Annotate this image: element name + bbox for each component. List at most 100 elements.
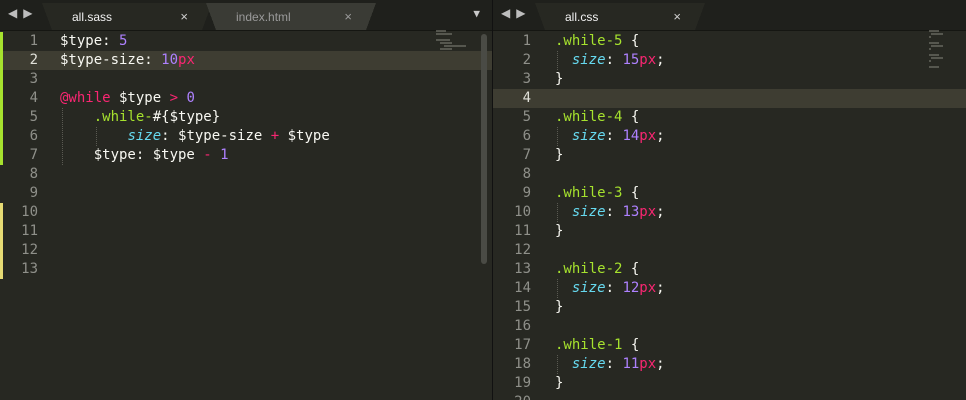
tab-index-html[interactable]: index.html × (206, 3, 376, 30)
code-token: } (555, 299, 564, 315)
code-token: ; (656, 128, 665, 144)
vertical-scrollbar[interactable] (481, 34, 487, 264)
code-line[interactable]: 9 (0, 184, 492, 203)
code-token: : $type-size (161, 128, 271, 144)
code-line[interactable]: 19} (493, 374, 966, 393)
indent-guide (557, 203, 558, 222)
code-token: 11 (622, 356, 640, 372)
minimap[interactable] (436, 30, 470, 51)
code-line[interactable]: 11 (0, 222, 492, 241)
code-line[interactable]: 1 .while-5 { (493, 32, 966, 51)
code-line[interactable]: 2 size: 15px; (493, 51, 966, 70)
tab-all-css[interactable]: all.css × (535, 3, 705, 30)
code-token: .while- (93, 109, 153, 125)
code-token: : (605, 52, 623, 68)
right-tab-bar: ◀▶ all.css × (493, 0, 966, 31)
code-line[interactable]: 20 (493, 393, 966, 400)
code-line[interactable]: 8 (493, 165, 966, 184)
code-line[interactable]: 7} (493, 146, 966, 165)
code-editor[interactable]: 1 .while-5 {2 size: 15px; 3} 4 5 .while-4 {6 … (493, 30, 966, 400)
tab-all-sass[interactable]: all.sass × (42, 3, 212, 30)
code-line[interactable]: 1 $type: 5 (0, 32, 492, 51)
code-line[interactable]: 4 (493, 89, 966, 108)
code-token: size (571, 128, 606, 144)
line-number: 9 (522, 185, 531, 201)
tab-navigation: ◀▶ (501, 6, 531, 20)
tab-menu-icon[interactable]: ▼ (473, 7, 480, 20)
code-line[interactable]: 6 size: 14px; (493, 127, 966, 146)
code-token: 5 (119, 33, 128, 49)
nav-forward-icon[interactable]: ▶ (516, 6, 531, 20)
line-number: 17 (514, 337, 531, 353)
code-editor[interactable]: 1 $type: 5 2 $type-size: 10px 3 4 @while $type… (0, 30, 492, 400)
line-code: } (555, 298, 563, 317)
code-line[interactable]: 13 (0, 260, 492, 279)
git-diff-marker (0, 32, 3, 165)
close-icon[interactable]: × (180, 9, 188, 24)
code-token: size (571, 280, 606, 296)
line-code: @while $type > 0 (60, 89, 195, 108)
left-tab-bar: ◀▶ all.sass × index.html × ▼ (0, 0, 492, 31)
code-line[interactable]: 8 (0, 165, 492, 184)
line-number: 12 (21, 242, 38, 258)
code-token: .while-1 (555, 337, 623, 353)
line-number: 10 (21, 204, 38, 220)
nav-back-icon[interactable]: ◀ (501, 6, 516, 20)
line-number: 6 (29, 128, 38, 144)
line-code: } (555, 222, 563, 241)
code-token: : (144, 52, 162, 68)
code-token: - (203, 147, 212, 163)
code-line[interactable]: 9 .while-3 { (493, 184, 966, 203)
code-line[interactable]: 18 size: 11px; (493, 355, 966, 374)
code-line[interactable]: 5 .while-4 { (493, 108, 966, 127)
code-token: .while-5 (555, 33, 623, 49)
line-code: $type: 5 (60, 32, 127, 51)
line-number: 19 (514, 375, 531, 391)
code-token: 13 (622, 204, 640, 220)
code-line[interactable]: 11} (493, 222, 966, 241)
line-number: 4 (522, 90, 531, 106)
code-token: { (622, 337, 640, 353)
code-line[interactable]: 12 (493, 241, 966, 260)
code-line[interactable]: 12 (0, 241, 492, 260)
code-line[interactable]: 2 $type-size: 10px (0, 51, 492, 70)
code-line[interactable]: 15} (493, 298, 966, 317)
code-token: px (178, 52, 195, 68)
nav-back-icon[interactable]: ◀ (8, 6, 23, 20)
code-line[interactable]: 3 (0, 70, 492, 89)
code-line[interactable]: 5 .while-#{$type} (0, 108, 492, 127)
line-number: 5 (522, 109, 531, 125)
close-icon[interactable]: × (344, 9, 352, 24)
close-icon[interactable]: × (673, 9, 681, 24)
code-token: .while-3 (555, 185, 623, 201)
code-token: : (102, 33, 120, 49)
code-line[interactable]: 10 size: 13px; (493, 203, 966, 222)
line-code: $type: $type - 1 (60, 146, 229, 165)
tab-label: all.sass (72, 9, 113, 24)
line-code: size: $type-size + $type (60, 127, 329, 146)
code-line[interactable]: 16 (493, 317, 966, 336)
code-token: 0 (178, 90, 195, 106)
code-token: #{$type} (152, 109, 221, 125)
code-token: $type (110, 90, 170, 106)
code-line[interactable]: 13 .while-2 { (493, 260, 966, 279)
line-number: 13 (514, 261, 531, 277)
code-token: { (622, 33, 640, 49)
code-line[interactable]: 17 .while-1 { (493, 336, 966, 355)
code-line[interactable]: 14 size: 12px; (493, 279, 966, 298)
code-line[interactable]: 6 size: $type-size + $type (0, 127, 492, 146)
code-token: ; (656, 52, 665, 68)
code-token: px (639, 204, 657, 220)
code-line[interactable]: 3} (493, 70, 966, 89)
minimap[interactable] (929, 30, 949, 69)
code-token: : (605, 204, 623, 220)
line-code: size: 15px; (555, 51, 665, 70)
line-number: 14 (514, 280, 531, 296)
code-line[interactable]: 4 @while $type > 0 (0, 89, 492, 108)
code-token: size (127, 128, 162, 144)
line-number: 12 (514, 242, 531, 258)
line-number: 8 (29, 166, 38, 182)
code-line[interactable]: 10 (0, 203, 492, 222)
code-line[interactable]: 7 $type: $type - 1 (0, 146, 492, 165)
nav-forward-icon[interactable]: ▶ (23, 6, 38, 20)
